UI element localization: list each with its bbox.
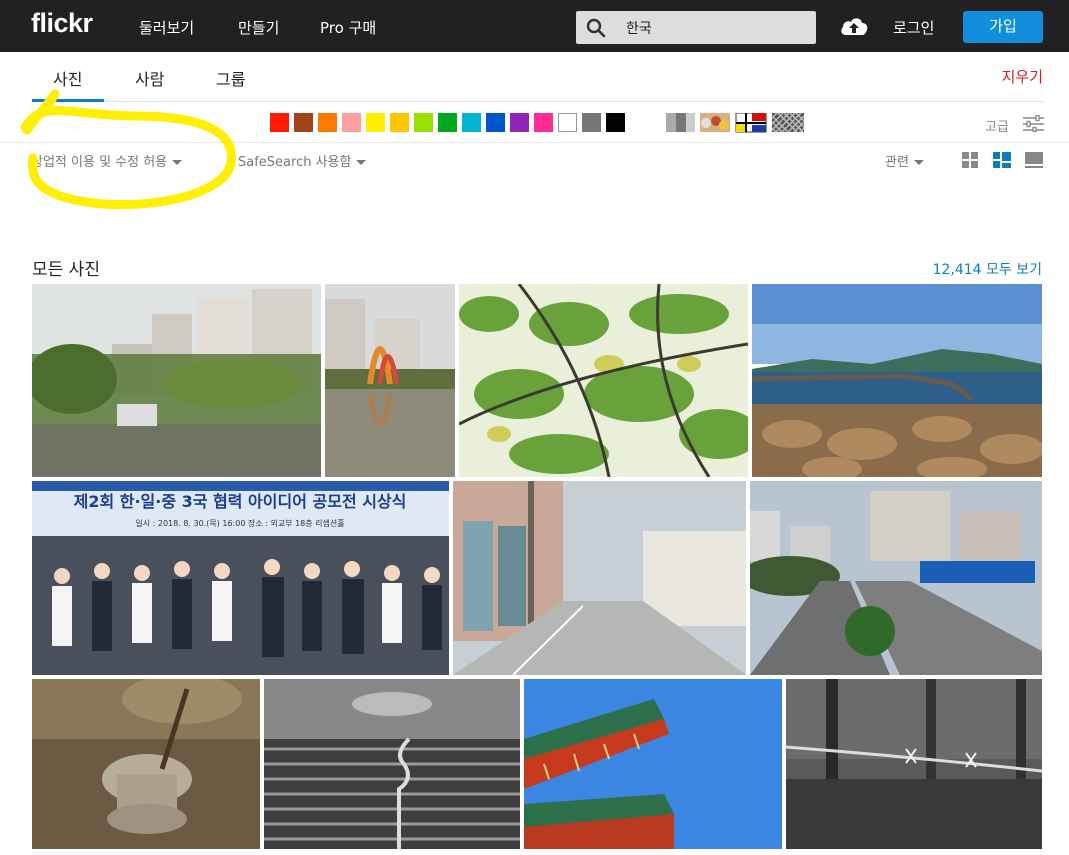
nav-create[interactable]: 만들기 [238,17,279,38]
style-shallow-dof[interactable] [700,113,730,132]
photo-alley-street[interactable] [453,481,746,675]
join-button[interactable]: 가입 [963,11,1043,43]
safesearch-dropdown[interactable]: SafeSearch 사용함 [238,151,367,170]
tab-photos[interactable]: 사진 [53,66,82,90]
photo-group-ceremony[interactable]: 제2회 한·일·중 3국 협력 아이디어 공모전 시상식 일시 : 2018. … [32,481,449,675]
svg-text:제2회 한·일·중 3국 협력 아이디어 공모전 시상식: 제2회 한·일·중 3국 협력 아이디어 공모전 시상식 [74,492,407,511]
color-swatch[interactable] [294,113,313,132]
active-tab-indicator [32,99,104,102]
search-icon [586,18,606,38]
photo-city-road[interactable] [750,481,1042,675]
color-swatch[interactable] [558,113,577,132]
caret-down-icon [172,160,183,165]
color-swatch[interactable] [606,113,625,132]
photo-palace-roof[interactable] [524,679,782,849]
login-link[interactable]: 로그인 [893,17,934,38]
license-dropdown[interactable]: 상업적 이용 및 수정 허용 [31,151,183,170]
color-swatch[interactable] [462,113,481,132]
tab-groups[interactable]: 그룹 [216,66,245,90]
grid-justified-icon[interactable] [993,152,1011,169]
top-bar: flickr 둘러보기 만들기 Pro 구매 한국 로그인 가입 [0,0,1069,52]
color-swatch[interactable] [318,113,337,132]
color-swatch[interactable] [390,113,409,132]
sort-dropdown[interactable]: 관련 [885,151,924,170]
style-black-white[interactable] [666,113,695,132]
search-input[interactable]: 한국 [576,11,816,44]
flickr-logo[interactable]: flickr [31,8,93,39]
caret-down-icon [913,160,924,165]
grid-large-icon[interactable] [1025,152,1043,169]
safesearch-label: SafeSearch 사용함 [238,155,352,170]
cloud-upload-icon[interactable] [839,14,869,38]
svg-text:일시 : 2018. 8. 30.(목) 16:00: 일시 : 2018. 8. 30.(목) 16:00 장소 : 외교부 18층 … [135,518,344,528]
advanced-label[interactable]: 고급 [985,116,1009,135]
photo-sculpture-lake[interactable] [325,284,455,477]
search-tabs: 사진 사람 그룹 지우기 [32,52,1043,102]
color-swatch[interactable] [438,113,457,132]
photo-stairs-bw[interactable] [264,679,520,849]
results-title: 모든 사진 [32,260,100,280]
color-swatch[interactable] [270,113,289,132]
sort-label: 관련 [885,155,909,170]
nav-explore[interactable]: 둘러보기 [139,17,194,38]
color-swatch[interactable] [534,113,553,132]
photo-green-leaves[interactable] [459,284,748,477]
color-swatch[interactable] [582,113,601,132]
color-swatch[interactable] [486,113,505,132]
color-swatch[interactable] [342,113,361,132]
divider [0,142,1069,143]
style-minimal[interactable] [735,113,767,133]
sliders-icon[interactable] [1023,115,1044,132]
license-label: 상업적 이용 및 수정 허용 [31,155,168,170]
style-patterns[interactable] [771,113,805,133]
grid-small-icon[interactable] [962,152,979,169]
photo-apartments-lake[interactable] [32,284,321,477]
view-all-link[interactable]: 12,414 모두 보기 [933,259,1042,279]
color-swatch[interactable] [414,113,433,132]
photo-rocky-coast[interactable] [752,284,1042,477]
clear-button[interactable]: 지우기 [1002,66,1043,87]
photo-barbed-wire[interactable] [786,679,1042,849]
color-swatch[interactable] [510,113,529,132]
color-swatch[interactable] [366,113,385,132]
caret-down-icon [356,160,367,165]
search-value: 한국 [626,21,652,37]
photo-stone-mill[interactable] [32,679,260,849]
style-filters [666,113,805,133]
nav-pro[interactable]: Pro 구매 [320,17,376,38]
tab-people[interactable]: 사람 [135,66,164,90]
